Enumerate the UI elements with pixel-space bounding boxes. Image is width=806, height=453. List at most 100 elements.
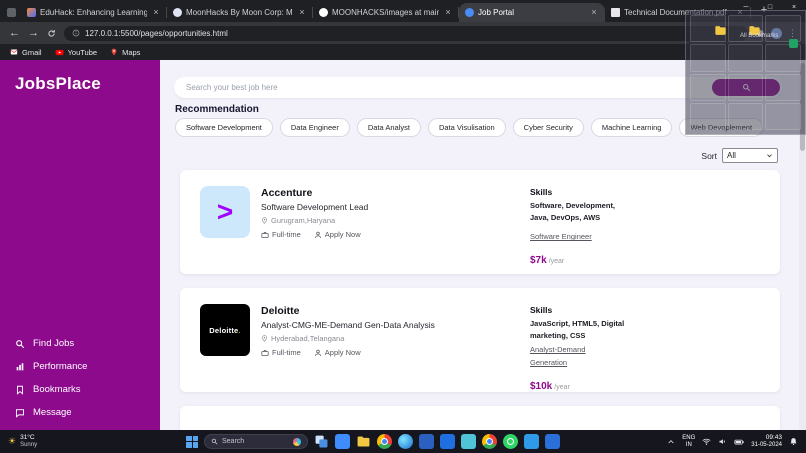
bookmark-maps[interactable]: Maps <box>110 48 140 57</box>
sidebar-item-label: Find Jobs <box>33 338 74 349</box>
apply-now-label: Apply Now <box>325 348 361 357</box>
tab-title: Job Portal <box>478 8 585 17</box>
sort-select[interactable]: All <box>722 148 778 163</box>
tab-title: MoonHacks By Moon Corp: Mi <box>186 8 293 17</box>
tab-close-icon[interactable]: × <box>151 8 161 17</box>
job-card-partial[interactable] <box>180 406 780 430</box>
tab-close-icon[interactable]: × <box>297 8 307 17</box>
overlay-grid-cell <box>728 44 764 71</box>
sidebar-nav: Find Jobs Performance Bookmarks Message <box>15 338 87 418</box>
window-icon <box>7 8 16 17</box>
tab-close-icon[interactable]: × <box>589 8 599 17</box>
bookmark-label: Gmail <box>22 48 42 57</box>
employment-type: Full-time <box>261 230 301 239</box>
deloitte-green-dot: . <box>238 326 240 335</box>
forward-button[interactable]: → <box>28 28 39 39</box>
weather-desc: Sunny <box>20 442 37 449</box>
taskbar-icon-widgets[interactable] <box>335 434 350 449</box>
tab-title: MOONHACKS/images at main <box>332 8 439 17</box>
taskbar-icon-chrome[interactable] <box>377 434 392 449</box>
job-card-list: > Accenture Software Development Lead Gu… <box>180 170 780 430</box>
system-tray: ENG IN 09:43 31-05-2024 <box>667 430 798 453</box>
url-text: 127.0.0.1:5500/pages/opportunities.html <box>85 29 228 38</box>
weather-temp: 31°C <box>20 434 37 442</box>
taskbar-icon-word[interactable] <box>419 434 434 449</box>
taskbar-icon-chrome-profile[interactable] <box>482 434 497 449</box>
browser-tab-moonhacks[interactable]: MoonHacks By Moon Corp: Mi × <box>167 3 313 22</box>
job-role: Software Development Lead <box>261 202 368 212</box>
sidebar-item-find-jobs[interactable]: Find Jobs <box>15 338 87 349</box>
apply-now[interactable]: Apply Now <box>314 230 361 239</box>
tab-close-icon[interactable]: × <box>443 8 453 17</box>
weather-widget[interactable]: ☀ 31°C Sunny <box>0 434 37 449</box>
back-button[interactable]: ← <box>9 28 20 39</box>
taskbar-icon-store[interactable] <box>461 434 476 449</box>
bookmark-label: Maps <box>122 48 140 57</box>
battery-icon[interactable] <box>734 437 744 447</box>
screen: EduHack: Enhancing Learning | × MoonHack… <box>0 0 806 453</box>
tray-expand-icon[interactable] <box>667 438 675 446</box>
recommendation-chip[interactable]: Machine Learning <box>591 118 673 137</box>
job-link[interactable]: Analyst-Demand Generation <box>530 344 592 370</box>
briefcase-icon <box>261 349 269 357</box>
tab-favicon <box>173 8 182 17</box>
clock[interactable]: 09:43 31-05-2024 <box>751 434 782 449</box>
tab-favicon <box>611 8 620 17</box>
sidebar-item-message[interactable]: Message <box>15 407 87 418</box>
recommendation-chip[interactable]: Data Visulisation <box>428 118 506 137</box>
taskbar-center: Search <box>186 430 560 453</box>
browser-tab-job-portal[interactable]: Job Portal × <box>459 3 605 22</box>
tab-title: EduHack: Enhancing Learning | <box>40 8 147 17</box>
taskbar-icon-whatsapp[interactable] <box>503 434 518 449</box>
apply-now[interactable]: Apply Now <box>314 348 361 357</box>
all-bookmarks-label[interactable]: All Bookmarks <box>740 33 778 39</box>
apply-now-label: Apply Now <box>325 230 361 239</box>
recommendation-chip[interactable]: Software Development <box>175 118 273 137</box>
overlay-grid-cell <box>728 103 764 130</box>
gmail-icon <box>10 48 18 56</box>
volume-icon[interactable] <box>718 437 727 446</box>
deloitte-logo-text: Deloitte. <box>209 326 240 335</box>
taskbar-search[interactable]: Search <box>204 434 308 449</box>
recommendation-chip[interactable]: Data Engineer <box>280 118 350 137</box>
bookmark-gmail[interactable]: Gmail <box>10 48 42 57</box>
sort-row: Sort All <box>701 148 778 163</box>
skills-title: Skills <box>530 305 690 315</box>
briefcase-icon <box>261 231 269 239</box>
job-card-accenture[interactable]: > Accenture Software Development Lead Gu… <box>180 170 780 274</box>
deloitte-wordmark: Deloitte <box>209 326 238 335</box>
reload-button[interactable] <box>47 29 56 38</box>
job-card-right: Skills Software, Development, Java, DevO… <box>530 186 690 258</box>
bookmark-youtube[interactable]: YouTube <box>55 48 97 57</box>
job-card-deloitte[interactable]: Deloitte. Deloitte Analyst-CMG-ME-Demand… <box>180 288 780 392</box>
browser-tab-eduhack[interactable]: EduHack: Enhancing Learning | × <box>21 3 167 22</box>
accenture-logo-glyph: > <box>217 198 233 226</box>
overlay-grid-cell <box>765 74 801 101</box>
job-location: Hyderabad,Telangana <box>261 334 435 343</box>
taskbar-icon-edge[interactable] <box>398 434 413 449</box>
recommendation-chip[interactable]: Cyber Security <box>513 118 584 137</box>
taskbar-icon-teams[interactable] <box>545 434 560 449</box>
sidebar-item-bookmarks[interactable]: Bookmarks <box>15 384 87 395</box>
sidebar-item-label: Performance <box>33 361 87 372</box>
browser-tab-github[interactable]: MOONHACKS/images at main × <box>313 3 459 22</box>
wifi-icon[interactable] <box>702 437 711 446</box>
taskbar-icon-vscode[interactable] <box>524 434 539 449</box>
tab-favicon <box>465 8 474 17</box>
address-bar[interactable]: 127.0.0.1:5500/pages/opportunities.html <box>64 26 748 41</box>
recommendation-chip[interactable]: Data Analyst <box>357 118 421 137</box>
taskbar-icon-outlook[interactable] <box>440 434 455 449</box>
start-button[interactable] <box>186 436 198 448</box>
salary-amount: $10k <box>530 381 552 392</box>
notifications-icon[interactable] <box>789 437 798 446</box>
sidebar-item-performance[interactable]: Performance <box>15 361 87 372</box>
language-indicator[interactable]: ENG IN <box>682 435 695 449</box>
sun-icon: ☀ <box>8 437 16 446</box>
taskbar-icon-file-explorer[interactable] <box>356 434 371 449</box>
overlay-grid-cell <box>690 74 726 101</box>
sidebar-item-label: Message <box>33 407 72 418</box>
salary-period: /year <box>554 384 570 391</box>
site-info-icon[interactable] <box>72 29 80 37</box>
taskbar-icon-task-view[interactable] <box>314 434 329 449</box>
job-link[interactable]: Software Engineer <box>530 231 592 244</box>
